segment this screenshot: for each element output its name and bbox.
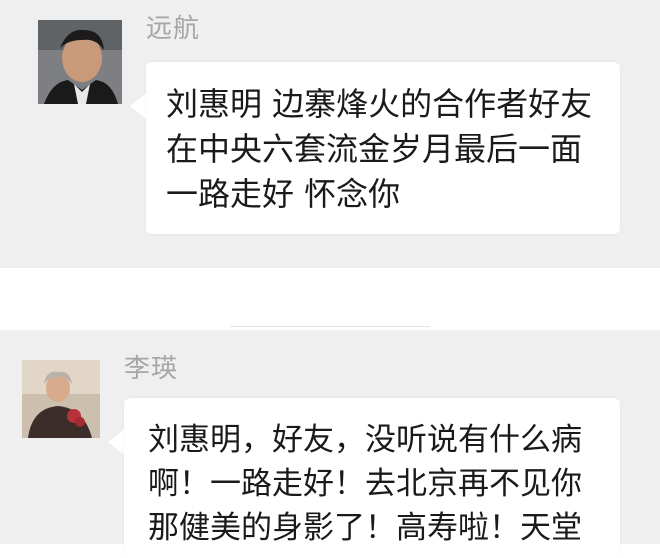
sender-name: 李瑛: [124, 354, 179, 384]
message-text-line: 一路走好 怀念你: [166, 175, 401, 213]
sender-name: 远航: [146, 14, 201, 44]
message-bubble[interactable]: 刘惠明，好友，没听说有什么病 啊！一路走好！去北京再不见你 那健美的身影了！高寿…: [124, 398, 620, 558]
message-text-line: 在中央六套流金岁月最后一面: [166, 130, 583, 168]
divider: [230, 326, 430, 327]
separator: [0, 268, 660, 330]
message-row-1: 远航 刘惠明 边寨烽火的合作者好友 在中央六套流金岁月最后一面 一路走好 怀念你: [0, 0, 660, 268]
message-text-line: 刘惠明 边寨烽火的合作者好友: [166, 85, 593, 123]
message-text-line: 那健美的身影了！高寿啦！天堂: [148, 510, 582, 546]
portrait-man-image: [38, 20, 122, 104]
avatar[interactable]: [22, 360, 100, 438]
portrait-woman-image: [22, 360, 100, 438]
message-text-line: 啊！一路走好！去北京再不见你: [148, 466, 582, 502]
message-bubble[interactable]: 刘惠明 边寨烽火的合作者好友 在中央六套流金岁月最后一面 一路走好 怀念你: [146, 62, 620, 234]
message-text-line: 刘惠明，好友，没听说有什么病: [148, 422, 582, 458]
avatar[interactable]: [38, 20, 122, 104]
